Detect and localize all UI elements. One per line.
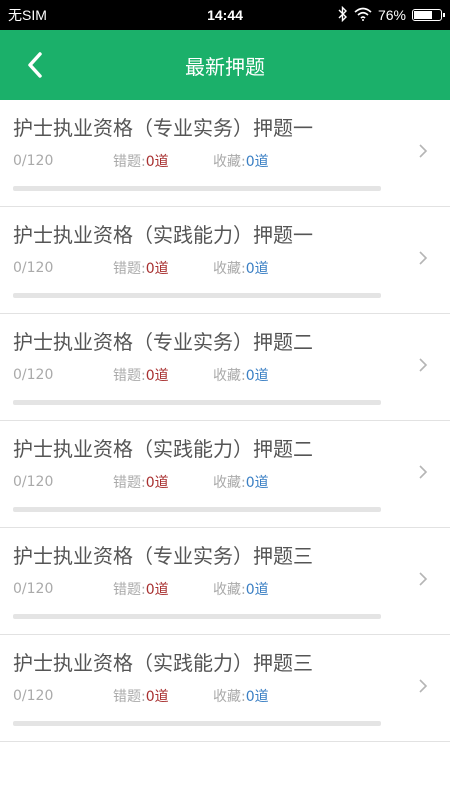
progress-bar <box>13 400 381 405</box>
chevron-right-icon <box>418 571 428 591</box>
wrong-label: 错题: <box>113 689 146 705</box>
battery-percent: 76% <box>377 7 406 23</box>
carrier-label: 无SIM <box>8 7 47 23</box>
item-meta: 0/120 错题:0道 收藏:0道 <box>13 151 437 171</box>
wrong-value: 0道 <box>145 582 169 598</box>
wrong-count: 错题:0道 <box>113 258 213 278</box>
battery-fill <box>414 11 433 19</box>
wrong-value: 0道 <box>145 368 169 384</box>
wrong-label: 错题: <box>113 368 146 384</box>
wrong-value: 0道 <box>145 689 169 705</box>
item-meta: 0/120 错题:0道 收藏:0道 <box>13 258 437 278</box>
item-title: 护士执业资格（实践能力）押题三 <box>13 651 313 675</box>
wrong-label: 错题: <box>113 475 146 491</box>
wrong-value: 0道 <box>145 154 169 170</box>
favorite-value: 0道 <box>245 154 269 170</box>
wrong-count: 错题:0道 <box>113 686 213 706</box>
item-title: 护士执业资格（专业实务）押题二 <box>13 330 313 354</box>
status-bar: 无SIM 14:44 76% <box>0 0 450 30</box>
list-item[interactable]: 护士执业资格（专业实务）押题一 0/120 错题:0道 收藏:0道 <box>0 100 450 207</box>
item-title: 护士执业资格（专业实务）押题一 <box>13 116 313 140</box>
item-meta: 0/120 错题:0道 收藏:0道 <box>13 472 437 492</box>
list-item[interactable]: 护士执业资格（专业实务）押题二 0/120 错题:0道 收藏:0道 <box>0 314 450 421</box>
wrong-label: 错题: <box>113 261 146 277</box>
favorite-label: 收藏: <box>213 261 246 277</box>
wrong-value: 0道 <box>145 261 169 277</box>
bluetooth-icon <box>338 5 348 25</box>
item-title: 护士执业资格（专业实务）押题三 <box>13 544 313 568</box>
wrong-count: 错题:0道 <box>113 579 213 599</box>
favorite-value: 0道 <box>245 475 269 491</box>
favorite-count: 收藏:0道 <box>213 365 269 385</box>
favorite-count: 收藏:0道 <box>213 151 269 171</box>
wrong-value: 0道 <box>145 475 169 491</box>
favorite-value: 0道 <box>245 368 269 384</box>
chevron-right-icon <box>418 357 428 377</box>
list-item[interactable]: 护士执业资格（实践能力）押题三 0/120 错题:0道 收藏:0道 <box>0 635 450 742</box>
favorite-value: 0道 <box>245 689 269 705</box>
favorite-label: 收藏: <box>213 154 246 170</box>
item-meta: 0/120 错题:0道 收藏:0道 <box>13 579 437 599</box>
list-item[interactable]: 护士执业资格（专业实务）押题三 0/120 错题:0道 收藏:0道 <box>0 528 450 635</box>
wrong-label: 错题: <box>113 154 146 170</box>
progress-bar <box>13 186 381 191</box>
progress-count: 0/120 <box>13 581 54 597</box>
list-item[interactable]: 护士执业资格（实践能力）押题一 0/120 错题:0道 收藏:0道 <box>0 207 450 314</box>
page-title: 最新押题 <box>185 54 265 79</box>
favorite-count: 收藏:0道 <box>213 579 269 599</box>
progress-count: 0/120 <box>13 688 54 704</box>
favorite-count: 收藏:0道 <box>213 686 269 706</box>
item-title: 护士执业资格（实践能力）押题一 <box>13 223 313 247</box>
nav-bar: 最新押题 <box>0 30 450 100</box>
back-button[interactable] <box>20 45 50 85</box>
wrong-label: 错题: <box>113 582 146 598</box>
favorite-label: 收藏: <box>213 582 246 598</box>
item-title: 护士执业资格（实践能力）押题二 <box>13 437 313 461</box>
favorite-value: 0道 <box>245 261 269 277</box>
progress-bar <box>13 721 381 726</box>
wrong-count: 错题:0道 <box>113 365 213 385</box>
favorite-value: 0道 <box>245 582 269 598</box>
progress-bar <box>13 293 381 298</box>
wrong-count: 错题:0道 <box>113 151 213 171</box>
list-item[interactable]: 护士执业资格（实践能力）押题二 0/120 错题:0道 收藏:0道 <box>0 421 450 528</box>
wrong-count: 错题:0道 <box>113 472 213 492</box>
progress-count: 0/120 <box>13 153 54 169</box>
item-meta: 0/120 错题:0道 收藏:0道 <box>13 365 437 385</box>
favorite-label: 收藏: <box>213 475 246 491</box>
chevron-right-icon <box>418 143 428 163</box>
favorite-count: 收藏:0道 <box>213 258 269 278</box>
battery-icon <box>412 9 445 21</box>
progress-count: 0/120 <box>13 260 54 276</box>
favorite-count: 收藏:0道 <box>213 472 269 492</box>
wifi-icon <box>354 7 372 24</box>
exam-list: 护士执业资格（专业实务）押题一 0/120 错题:0道 收藏:0道 护士执业资格… <box>0 100 450 742</box>
progress-count: 0/120 <box>13 474 54 490</box>
favorite-label: 收藏: <box>213 368 246 384</box>
progress-count: 0/120 <box>13 367 54 383</box>
chevron-right-icon <box>418 250 428 270</box>
favorite-label: 收藏: <box>213 689 246 705</box>
chevron-right-icon <box>418 464 428 484</box>
item-meta: 0/120 错题:0道 收藏:0道 <box>13 686 437 706</box>
progress-bar <box>13 507 381 512</box>
progress-bar <box>13 614 381 619</box>
chevron-right-icon <box>418 678 428 698</box>
chevron-left-icon <box>28 52 42 78</box>
